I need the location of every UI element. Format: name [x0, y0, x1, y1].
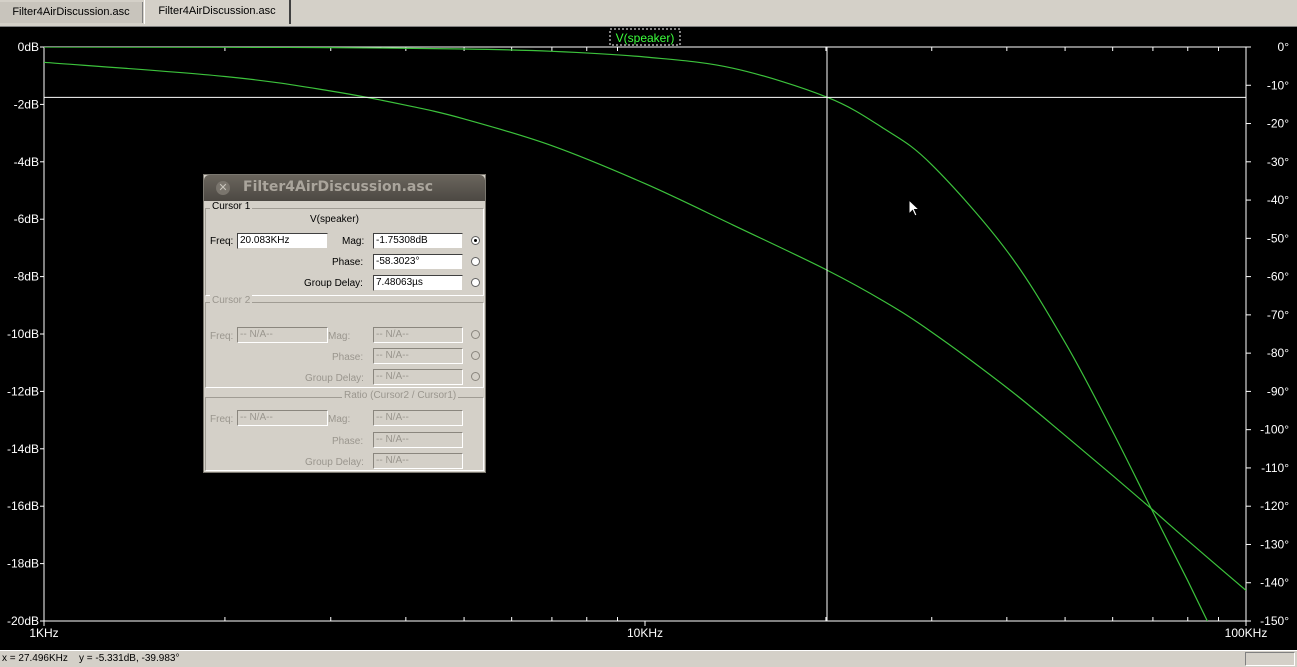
cursor1-trace-name: V(speaker) — [310, 214, 359, 225]
status-panel — [1245, 652, 1295, 666]
y-right-tick-label: -100° — [1260, 423, 1289, 437]
y-left-tick-label: -6dB — [14, 212, 39, 226]
cursor2-group-delay-field[interactable]: -- N/A-- — [373, 369, 463, 385]
y-right-tick-label: -110° — [1261, 461, 1289, 475]
cursor1-mag-radio[interactable] — [471, 236, 480, 245]
cursor2-phase-field[interactable]: -- N/A-- — [373, 348, 463, 364]
y-left-tick-label: -8dB — [14, 270, 39, 284]
status-readout: x = 27.496KHz y = -5.331dB, -39.983° — [2, 653, 180, 664]
y-left-tick-label: -2dB — [14, 97, 39, 111]
x-tick-label: 10KHz — [627, 626, 663, 640]
cursor2-mag-radio[interactable] — [471, 330, 480, 339]
y-left-tick-label: -18dB — [7, 557, 39, 571]
y-right-tick-label: -130° — [1260, 537, 1289, 551]
x-tick-label: 1KHz — [29, 626, 58, 640]
tab-bar: Filter4AirDiscussion.asc Filter4AirDiscu… — [0, 0, 1297, 27]
x-tick-label: 100KHz — [1225, 626, 1268, 640]
trace-label[interactable]: V(speaker) — [616, 31, 675, 45]
y-right-tick-label: -70° — [1267, 308, 1289, 322]
cursor2-group-delay-radio[interactable] — [471, 372, 480, 381]
y-right-tick-label: -10° — [1267, 78, 1289, 92]
y-right-tick-label: -80° — [1267, 346, 1289, 360]
y-right-tick-label: -20° — [1267, 117, 1289, 131]
dialog-title: Filter4AirDiscussion.asc — [243, 179, 433, 195]
ratio-gd-label: Group Delay: — [305, 457, 364, 468]
mouse-pointer-icon — [908, 199, 921, 217]
ratio-phase-label: Phase: — [332, 436, 364, 447]
y-left-tick-label: -12dB — [7, 384, 39, 398]
ratio-freq-label: Freq: — [210, 414, 234, 425]
y-left-tick-label: -14dB — [7, 442, 39, 456]
y-right-tick-label: -120° — [1260, 499, 1289, 513]
cursor1-mag-field[interactable]: -1.75308dB — [373, 233, 463, 249]
ratio-freq-field[interactable]: -- N/A-- — [237, 410, 328, 426]
ratio-group: Ratio (Cursor2 / Cursor1) Freq: -- N/A--… — [205, 390, 484, 471]
plot-axes: 0dB -2dB -4dB -6dB -8dB -10dB -12dB -14dB -16dB -… — [7, 40, 1289, 640]
cursor1-group: Cursor 1 V(speaker) Freq: 20.083KHz Mag:… — [205, 201, 484, 296]
y-right-tick-label: -90° — [1267, 384, 1289, 398]
y-right-tick-label: -50° — [1267, 231, 1289, 245]
cursor1-freq-label: Freq: — [210, 236, 234, 247]
cursor1-group-delay-radio[interactable] — [471, 278, 480, 287]
y-right-tick-label: -140° — [1260, 576, 1289, 590]
ratio-group-delay-field[interactable]: -- N/A-- — [373, 453, 463, 469]
ratio-mag-field[interactable]: -- N/A-- — [373, 410, 463, 426]
cursor-dialog: ✕ Filter4AirDiscussion.asc Cursor 1 V(sp… — [203, 174, 486, 473]
waveform-plot[interactable]: 0dB -2dB -4dB -6dB -8dB -10dB -12dB -14dB -16dB -… — [0, 27, 1297, 650]
close-icon[interactable]: ✕ — [216, 181, 230, 195]
y-right-tick-label: -40° — [1267, 193, 1289, 207]
y-left-tick-label: 0dB — [18, 40, 39, 54]
y-right-tick-label: -60° — [1267, 270, 1289, 284]
cursor1-gd-label: Group Delay: — [304, 278, 363, 289]
status-bar: x = 27.496KHz y = -5.331dB, -39.983° — [0, 650, 1297, 667]
cursor1-phase-field[interactable]: -58.3023° — [373, 254, 463, 270]
cursor1-phase-label: Phase: — [332, 257, 364, 268]
cursor1-phase-radio[interactable] — [471, 257, 480, 266]
y-right-tick-label: 0° — [1278, 40, 1290, 54]
cursor2-phase-label: Phase: — [332, 352, 364, 363]
cursor1-group-delay-field[interactable]: 7.48063µs — [373, 275, 463, 291]
cursor1-mag-label: Mag: — [342, 236, 365, 247]
cursor2-group: Cursor 2 Freq: -- N/A-- Mag: -- N/A-- Ph… — [205, 295, 484, 388]
ratio-group-title: Ratio (Cursor2 / Cursor1) — [342, 390, 459, 401]
cursor2-mag-field[interactable]: -- N/A-- — [373, 327, 463, 343]
cursor2-group-title: Cursor 2 — [210, 295, 253, 306]
cursor2-freq-label: Freq: — [210, 331, 234, 342]
ratio-mag-label: Mag: — [328, 414, 351, 425]
ratio-phase-field[interactable]: -- N/A-- — [373, 432, 463, 448]
cursor2-gd-label: Group Delay: — [305, 373, 364, 384]
y-left-tick-label: -10dB — [7, 327, 39, 341]
cursor2-mag-label: Mag: — [328, 331, 351, 342]
tab-waveform[interactable]: Filter4AirDiscussion.asc — [144, 0, 291, 24]
cursor2-phase-radio[interactable] — [471, 351, 480, 360]
cursor1-freq-field[interactable]: 20.083KHz — [237, 233, 328, 249]
y-right-tick-label: -30° — [1267, 155, 1289, 169]
y-left-tick-label: -4dB — [14, 155, 39, 169]
cursor1-group-title: Cursor 1 — [210, 201, 253, 212]
dialog-titlebar[interactable]: ✕ Filter4AirDiscussion.asc — [204, 175, 485, 201]
y-left-tick-label: -16dB — [7, 499, 39, 513]
cursor2-freq-field[interactable]: -- N/A-- — [237, 327, 328, 343]
tab-schematic[interactable]: Filter4AirDiscussion.asc — [0, 2, 143, 23]
